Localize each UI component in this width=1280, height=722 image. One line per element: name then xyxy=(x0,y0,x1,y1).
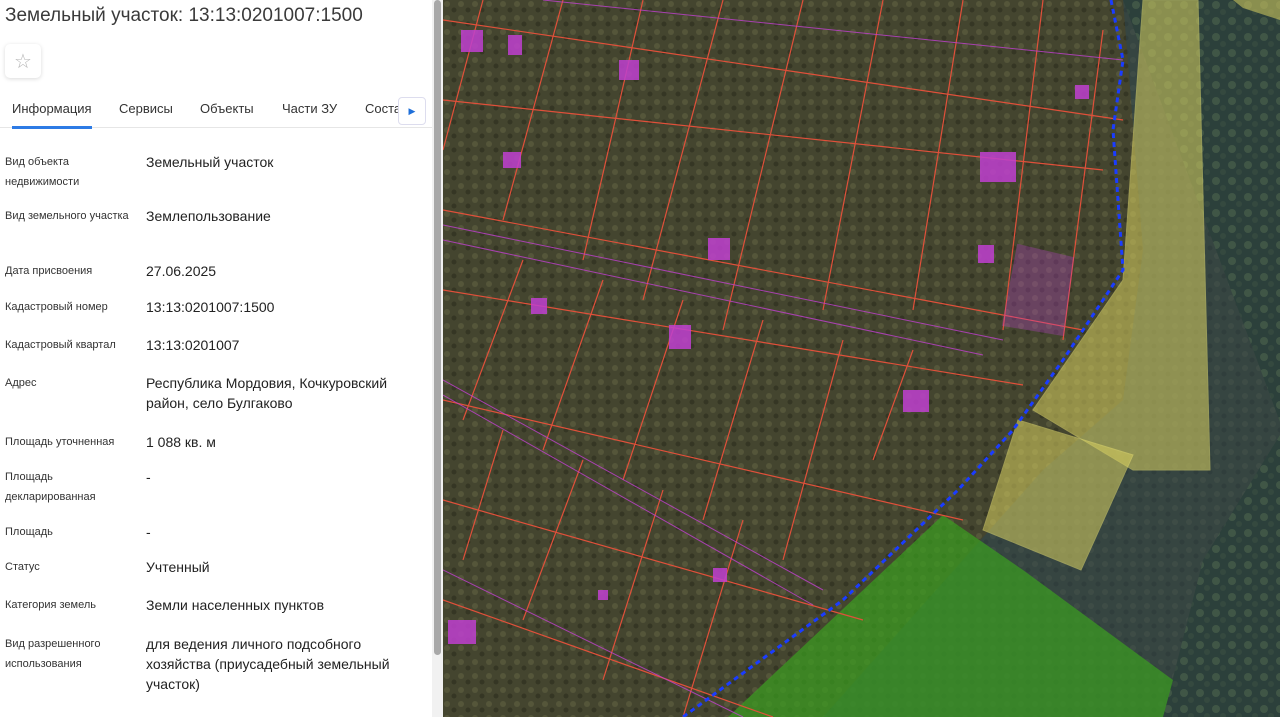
field-value: 13:13:0201007:1500 xyxy=(146,299,275,315)
tab-services[interactable]: Сервисы xyxy=(119,101,173,116)
field-label: Кадастровый номер xyxy=(5,301,108,313)
page-title: Земельный участок: 13:13:0201007:1500 xyxy=(5,5,363,26)
scrollbar-thumb[interactable] xyxy=(434,0,441,655)
field-label: Вид объекта недвижимости xyxy=(5,156,80,188)
map-view[interactable] xyxy=(442,0,1280,719)
field-label: Категория земель xyxy=(5,599,96,611)
tab-bar: Информация Сервисы Объекты Части ЗУ Сост… xyxy=(0,90,432,129)
field-value: 13:13:0201007 xyxy=(146,337,240,353)
info-panel: Земельный участок: 13:13:0201007:1500 ☆ … xyxy=(0,0,432,717)
field-value: Земли населенных пунктов xyxy=(146,597,325,613)
tab-composition[interactable]: Соста xyxy=(365,101,401,116)
field-value: 1 088 кв. м xyxy=(146,434,216,450)
field-value: Землепользование xyxy=(146,208,271,224)
field-value: Учтенный xyxy=(146,559,210,575)
field-label: Дата присвоения xyxy=(5,265,93,277)
field-label: Площадь уточненная xyxy=(5,436,115,448)
chevron-right-icon: ▶ xyxy=(408,105,416,116)
tab-parts[interactable]: Части ЗУ xyxy=(282,101,337,116)
field-label: Статус xyxy=(5,561,40,573)
field-label: Площадь декларированная xyxy=(5,471,96,503)
tab-objects[interactable]: Объекты xyxy=(200,101,254,116)
field-value: для ведения личного подсобного хозяйства… xyxy=(146,636,390,692)
field-label: Кадастровый квартал xyxy=(5,339,116,351)
favorite-button[interactable]: ☆ xyxy=(5,44,41,78)
field-label: Вид земельного участка xyxy=(5,210,129,222)
field-value: Земельный участок xyxy=(146,154,274,170)
field-label: Адрес xyxy=(5,377,37,389)
field-value: - xyxy=(146,469,151,485)
field-value: Республика Мордовия, Кочкуровский район,… xyxy=(146,375,388,411)
tabs-scroll-right-button[interactable]: ▶ xyxy=(398,97,426,125)
field-value: 27.06.2025 xyxy=(146,263,217,279)
map-canvas[interactable] xyxy=(442,0,1280,719)
field-label: Вид разрешенного использования xyxy=(5,638,101,670)
field-label: Площадь xyxy=(5,526,53,538)
panel-scrollbar[interactable] xyxy=(432,0,443,717)
tab-info[interactable]: Информация xyxy=(12,101,92,129)
field-value: - xyxy=(146,524,151,540)
star-icon: ☆ xyxy=(14,50,32,73)
